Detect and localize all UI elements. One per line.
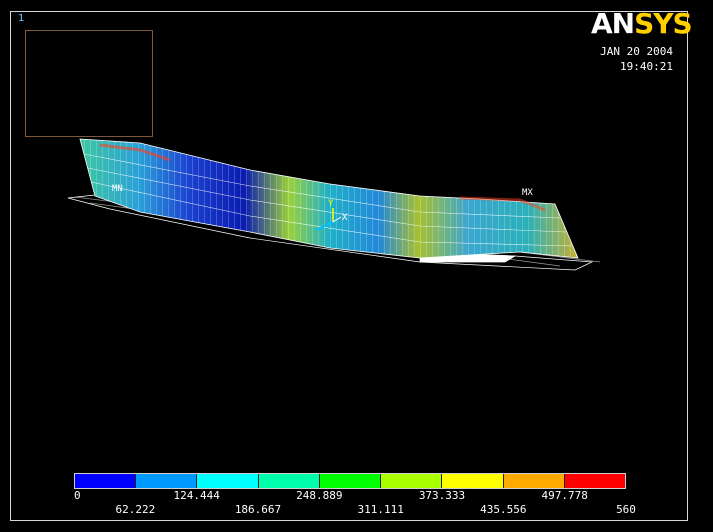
legend-color-segment xyxy=(136,474,198,488)
max-marker-label: MX xyxy=(522,188,533,198)
legend-label-top: 373.333 xyxy=(418,489,466,502)
legend-color-segment xyxy=(381,474,443,488)
legend-label-top: 0 xyxy=(74,489,81,502)
axis-y-label: Y xyxy=(328,199,334,209)
legend-label-bottom: 435.556 xyxy=(480,503,527,516)
min-marker-label: MN xyxy=(112,184,123,194)
legend-color-segment xyxy=(258,474,320,488)
legend-color-segment xyxy=(503,474,565,488)
legend-label-bottom: 62.222 xyxy=(115,503,156,516)
legend-color-segment xyxy=(564,474,625,488)
axis-x-label: X xyxy=(342,213,348,223)
legend-color-segment xyxy=(197,474,259,488)
legend-label-top: 497.778 xyxy=(541,489,588,502)
legend-label-top: 124.444 xyxy=(173,489,220,502)
legend-label-bottom: 560 xyxy=(616,503,636,516)
model-viewport[interactable]: MN MX Y X xyxy=(0,0,713,532)
legend-color-segment xyxy=(319,474,382,488)
legend-label-bottom: 311.111 xyxy=(357,503,404,516)
legend-label-bottom: 186.667 xyxy=(234,503,282,516)
legend-color-segment xyxy=(442,474,504,488)
legend-label-top: 248.889 xyxy=(296,489,343,502)
contour-color-bar xyxy=(74,473,626,489)
legend-color-segment xyxy=(75,474,137,488)
